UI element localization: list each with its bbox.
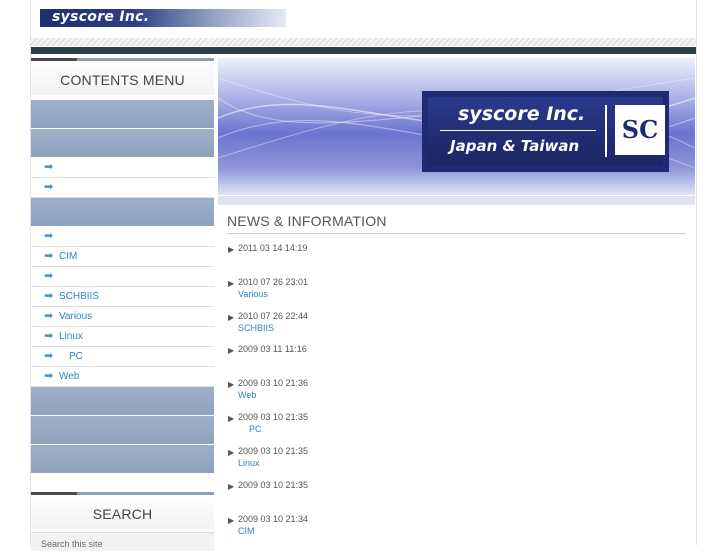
menu-category[interactable] bbox=[31, 198, 214, 226]
menu-category[interactable] bbox=[31, 445, 214, 473]
banner-subtitle: Japan & Taiwan bbox=[450, 137, 580, 155]
arrow-right-icon: ➡ bbox=[44, 330, 54, 342]
sidebar: CONTENTS MENU ➡ ➡ ➡ ➡ CIM ➡ ➡ SCHBIIS ➡ Var… bbox=[31, 58, 214, 551]
triangle-right-icon: ▶ bbox=[228, 482, 235, 491]
banner-brand-inner: syscore Inc. Japan & Taiwan SC bbox=[428, 97, 665, 166]
arrow-right-icon: ➡ bbox=[44, 370, 54, 382]
news-link[interactable]: Various bbox=[238, 288, 686, 300]
news-link[interactable]: Web bbox=[238, 389, 686, 401]
triangle-right-icon: ▶ bbox=[228, 346, 235, 355]
news-date: 2009 03 10 21:36 bbox=[238, 378, 309, 388]
news-item: ▶ 2009 03 10 21:34 CIM bbox=[227, 513, 686, 543]
arrow-right-icon: ➡ bbox=[44, 310, 54, 322]
triangle-right-icon: ▶ bbox=[228, 313, 235, 322]
news-list: ▶ 2011 03 14 14:19 ▶ 2010 07 26 23:01 Vario… bbox=[227, 242, 686, 543]
header-bar bbox=[31, 47, 696, 54]
sidebar-item-pc[interactable]: ➡ PC bbox=[31, 347, 214, 367]
news-date: 2009 03 11 11:16 bbox=[238, 344, 307, 354]
contents-menu-title: CONTENTS MENU bbox=[31, 61, 214, 95]
arrow-right-icon: ➡ bbox=[44, 290, 54, 302]
triangle-right-icon: ▶ bbox=[228, 380, 235, 389]
search-input[interactable]: Search this site bbox=[31, 532, 214, 551]
triangle-right-icon: ▶ bbox=[228, 516, 235, 525]
banner-company-name: syscore Inc. bbox=[458, 103, 586, 125]
sidebar-item-label: PC bbox=[69, 351, 83, 362]
news-date: 2009 03 10 21:35 bbox=[238, 412, 309, 422]
news-date: 2009 03 10 21:35 bbox=[238, 480, 309, 490]
sidebar-item[interactable]: ➡ bbox=[31, 178, 214, 198]
news-date: 2010 07 26 22:44 bbox=[238, 311, 309, 321]
site-logo[interactable]: syscore Inc. bbox=[40, 9, 286, 27]
arrow-right-icon: ➡ bbox=[44, 181, 54, 193]
news-date: 2010 07 26 23:01 bbox=[238, 277, 309, 287]
news-section: NEWS & INFORMATION ▶ 2011 03 14 14:19 ▶ 20… bbox=[227, 213, 686, 543]
arrow-right-icon: ➡ bbox=[44, 270, 54, 282]
sidebar-item[interactable]: ➡ bbox=[31, 227, 214, 247]
banner-separator bbox=[605, 105, 607, 157]
sidebar-item-label: SCHBIIS bbox=[59, 291, 100, 302]
sidebar-item-label: CIM bbox=[59, 251, 78, 262]
news-link[interactable]: PC bbox=[238, 423, 686, 435]
sidebar-item-label: Web bbox=[59, 371, 80, 382]
banner-stripe bbox=[218, 196, 695, 205]
triangle-right-icon: ▶ bbox=[228, 245, 235, 254]
news-date: 2009 03 10 21:34 bbox=[238, 514, 309, 524]
news-link[interactable]: SCHBIIS bbox=[238, 322, 686, 334]
sidebar-item-various[interactable]: ➡ Various bbox=[31, 307, 214, 327]
news-date: 2011 03 14 14:19 bbox=[238, 243, 308, 253]
sidebar-item-cim[interactable]: ➡ CIM bbox=[31, 247, 214, 267]
search-title: SEARCH bbox=[31, 495, 214, 529]
triangle-right-icon: ▶ bbox=[228, 448, 235, 457]
news-item: ▶ 2009 03 10 21:35 bbox=[227, 479, 686, 513]
sc-logo-icon: SC bbox=[615, 105, 665, 155]
news-item: ▶ 2010 07 26 22:44 SCHBIIS bbox=[227, 310, 686, 343]
news-title: NEWS & INFORMATION bbox=[227, 213, 686, 234]
news-item: ▶ 2011 03 14 14:19 bbox=[227, 242, 686, 276]
banner-rule bbox=[440, 130, 596, 131]
news-item: ▶ 2009 03 10 21:35 Linux bbox=[227, 445, 686, 479]
arrow-right-icon: ➡ bbox=[44, 230, 54, 242]
hero-banner: syscore Inc. Japan & Taiwan SC bbox=[218, 58, 695, 195]
news-link[interactable]: CIM bbox=[238, 525, 686, 537]
arrow-right-icon: ➡ bbox=[44, 350, 54, 362]
sidebar-item-web[interactable]: ➡ Web bbox=[31, 367, 214, 387]
menu-category[interactable] bbox=[31, 100, 214, 128]
news-item: ▶ 2009 03 11 11:16 bbox=[227, 343, 686, 377]
news-date: 2009 03 10 21:35 bbox=[238, 446, 309, 456]
menu-category[interactable] bbox=[31, 387, 214, 415]
menu-category[interactable] bbox=[31, 416, 214, 444]
sidebar-item-label: Linux bbox=[59, 331, 83, 342]
news-link[interactable]: Linux bbox=[238, 457, 686, 469]
sidebar-item-linux[interactable]: ➡ Linux bbox=[31, 327, 214, 347]
sidebar-item-schbiis[interactable]: ➡ SCHBIIS bbox=[31, 287, 214, 307]
sidebar-item[interactable]: ➡ bbox=[31, 158, 214, 178]
banner-brand-box: syscore Inc. Japan & Taiwan SC bbox=[422, 91, 669, 172]
header-divider bbox=[31, 38, 696, 46]
sidebar-item-label: Various bbox=[59, 311, 93, 322]
news-item: ▶ 2009 03 10 21:36 Web bbox=[227, 377, 686, 411]
logo-text: syscore Inc. bbox=[52, 9, 150, 25]
news-item: ▶ 2009 03 10 21:35 PC bbox=[227, 411, 686, 445]
arrow-right-icon: ➡ bbox=[44, 161, 54, 173]
arrow-right-icon: ➡ bbox=[44, 250, 54, 262]
triangle-right-icon: ▶ bbox=[228, 414, 235, 423]
menu-category[interactable] bbox=[31, 129, 214, 157]
sidebar-item[interactable]: ➡ bbox=[31, 267, 214, 287]
triangle-right-icon: ▶ bbox=[228, 279, 235, 288]
news-item: ▶ 2010 07 26 23:01 Various bbox=[227, 276, 686, 310]
